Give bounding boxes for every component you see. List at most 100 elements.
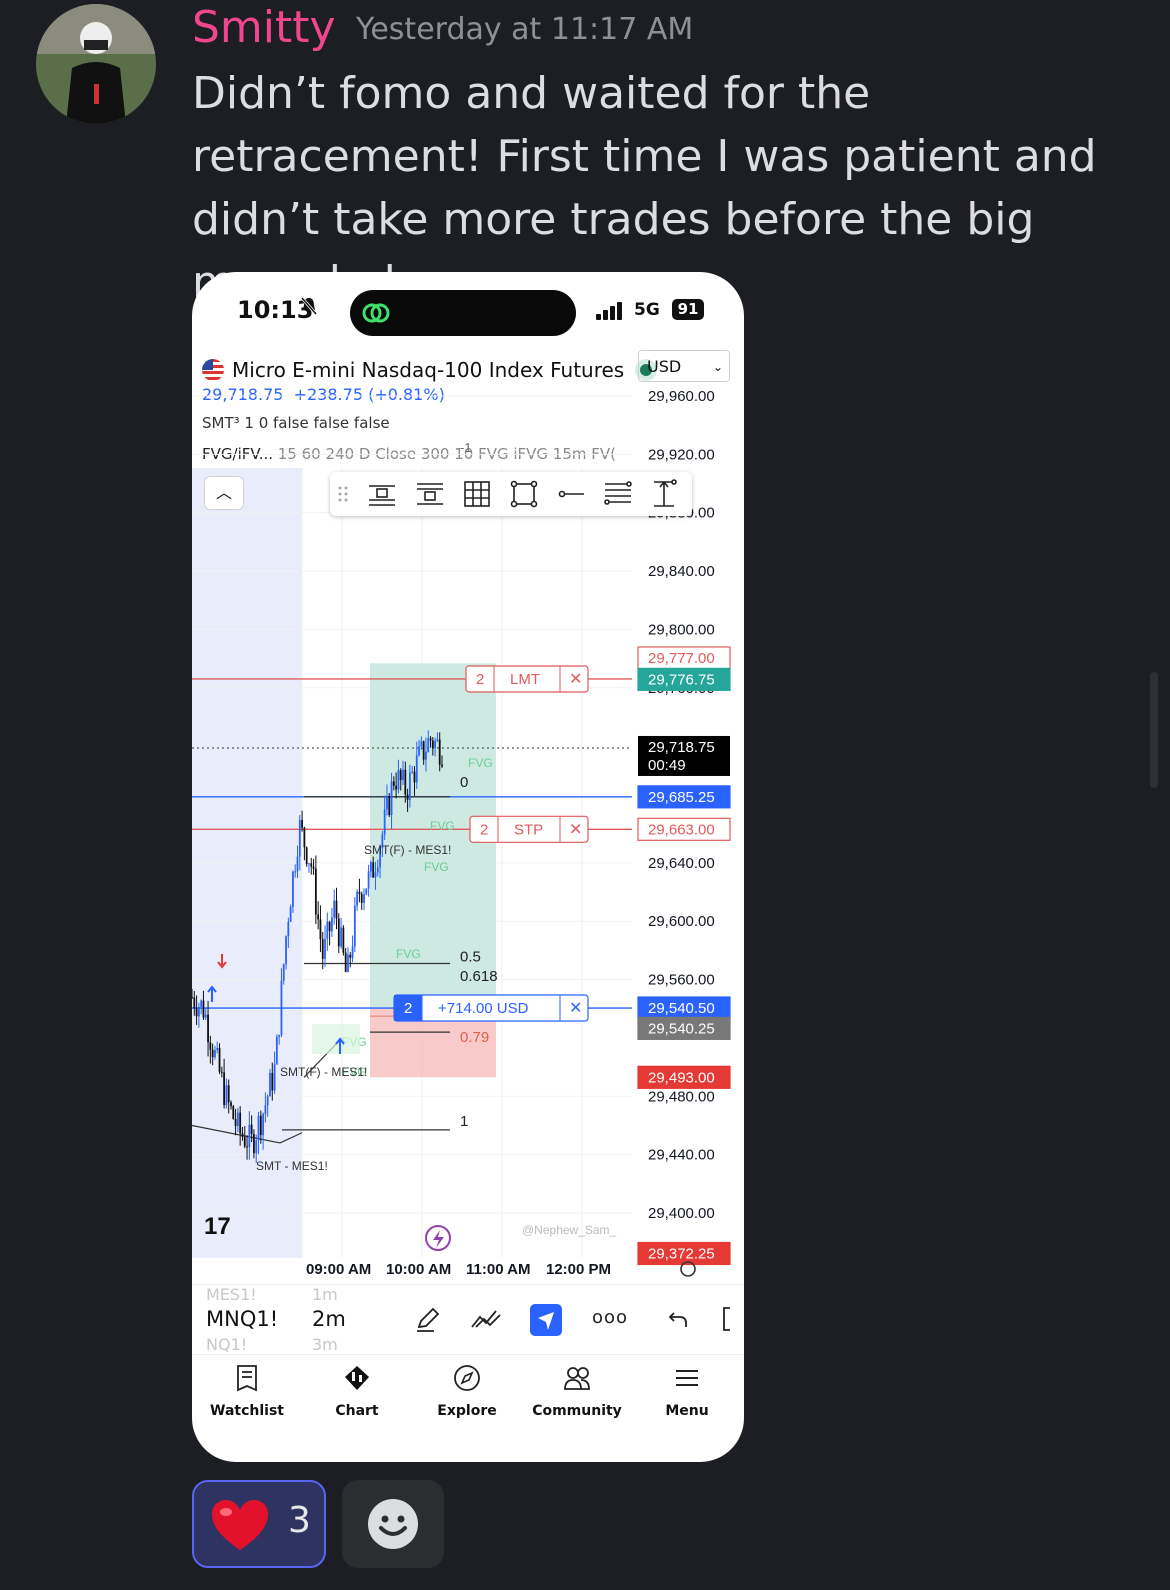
candle-body xyxy=(287,921,290,937)
symbol-toolbar: MES1! MNQ1! NQ1! 1m 2m 3m ooo xyxy=(192,1284,744,1355)
candle-body xyxy=(232,1106,235,1119)
fib-retracement-icon[interactable] xyxy=(602,478,634,510)
candle-body xyxy=(253,1134,255,1154)
add-emoji-icon xyxy=(368,1499,418,1549)
tradingview-logo: 17 xyxy=(204,1213,231,1240)
candle-body xyxy=(390,781,393,815)
candle-body xyxy=(248,1124,251,1148)
pencil-icon[interactable] xyxy=(414,1305,442,1333)
fvg-label: FVG xyxy=(468,756,493,770)
candle-body xyxy=(301,820,303,828)
menu-icon xyxy=(676,1370,698,1386)
price-range-icon[interactable] xyxy=(648,478,680,510)
fib-label: 0 xyxy=(460,774,468,791)
candle-body xyxy=(303,827,306,848)
candle-body xyxy=(386,796,388,810)
candle-body xyxy=(319,919,322,940)
stop-price-badge: 29,663.00 xyxy=(648,821,715,838)
rectangle-icon[interactable] xyxy=(508,478,540,510)
candle-body xyxy=(415,755,418,783)
candle-body xyxy=(218,1048,221,1072)
short-position-icon[interactable] xyxy=(414,478,446,510)
candle-body xyxy=(269,1072,271,1097)
trade-button[interactable] xyxy=(530,1304,562,1336)
nav-watchlist-label: Watchlist xyxy=(210,1403,284,1419)
community-icon xyxy=(564,1367,590,1390)
drawing-toolbar[interactable] xyxy=(330,472,692,516)
position-tag-label: +714.00 USD xyxy=(438,1000,529,1017)
stop-order-tag-label: STP xyxy=(514,821,543,838)
candle-body xyxy=(220,1071,223,1073)
candle-body xyxy=(367,871,370,889)
nav-explore-label: Explore xyxy=(437,1403,497,1419)
fvg-label: FVG xyxy=(430,819,455,833)
add-reaction-button[interactable] xyxy=(342,1480,444,1568)
stop-order-tag-qty: 2 xyxy=(480,821,488,838)
timeframe-picker[interactable]: 2m xyxy=(312,1307,346,1331)
symbol-prev[interactable]: MES1! xyxy=(206,1285,257,1304)
nav-chart-label: Chart xyxy=(335,1403,379,1419)
countdown-badge: 00:49 xyxy=(648,757,686,774)
superscript-label: -1 xyxy=(460,440,472,455)
limit-order-tag-qty: 2 xyxy=(476,671,484,688)
undo-icon[interactable] xyxy=(666,1307,690,1331)
limit-order-tag-label: LMT xyxy=(510,671,540,688)
more-icon[interactable]: ooo xyxy=(592,1307,628,1328)
candle-body xyxy=(239,1112,242,1134)
candle-body xyxy=(335,900,338,919)
message-timestamp: Yesterday at 11:17 AM xyxy=(356,12,694,47)
ask-price-badge: 29,776.75 xyxy=(648,671,715,688)
candle-body xyxy=(420,741,423,747)
watermark: @Nephew_Sam_ xyxy=(522,1223,617,1237)
candle-body xyxy=(429,738,432,741)
long-position-icon[interactable] xyxy=(366,478,398,510)
candle-body xyxy=(202,1000,205,1018)
candle-body xyxy=(349,954,352,958)
candle-body xyxy=(333,900,336,918)
symbol-picker[interactable]: MNQ1! xyxy=(206,1307,278,1331)
candle-body xyxy=(193,997,196,1009)
candle-body xyxy=(227,1085,230,1103)
heart-reaction[interactable]: 3 xyxy=(192,1480,326,1568)
timeframe-next[interactable]: 3m xyxy=(312,1335,338,1354)
collapse-indicators-button[interactable]: ︿ xyxy=(204,476,244,510)
candle-body xyxy=(376,867,379,873)
smt-label: SMT(F) - MES1! xyxy=(364,843,451,857)
avatar[interactable] xyxy=(36,4,156,124)
fib-label: 0.79 xyxy=(460,1029,489,1046)
candle-body xyxy=(326,921,329,939)
candle-body xyxy=(246,1146,248,1148)
candle-body xyxy=(427,738,430,752)
horizontal-ray-icon[interactable] xyxy=(556,478,588,510)
username[interactable]: Smitty xyxy=(192,2,336,53)
close-icon: ✕ xyxy=(569,671,582,688)
timeframe-prev[interactable]: 1m xyxy=(312,1285,338,1304)
price-tick: 29,560.00 xyxy=(648,972,715,989)
price-chart[interactable]: 00.50.6180.791FVGFVGFVGFVGFVGFVGSMT(F) -… xyxy=(192,272,744,1284)
candle-body xyxy=(197,1006,200,1017)
time-tick: 12:00 PM xyxy=(546,1261,611,1278)
candle-body xyxy=(243,1136,246,1147)
candle-body xyxy=(223,1072,226,1106)
image-attachment[interactable]: 10:13 5G 91 Micro E-mini Nasdaq-100 Inde… xyxy=(192,272,744,1462)
candle-body xyxy=(374,872,377,878)
time-tick: 10:00 AM xyxy=(386,1261,451,1278)
bid-price-badge: 29,540.25 xyxy=(648,1020,715,1037)
candle-body xyxy=(259,1115,262,1136)
fullscreen-icon[interactable] xyxy=(720,1305,744,1333)
indicators-icon[interactable] xyxy=(470,1307,502,1331)
symbol-next[interactable]: NQ1! xyxy=(206,1335,247,1354)
scrollbar[interactable] xyxy=(1150,672,1158,788)
fib-label: 0.5 xyxy=(460,949,481,966)
candle-body xyxy=(395,785,398,790)
price-tick: 29,800.00 xyxy=(648,621,715,638)
candle-body xyxy=(438,739,441,765)
candle-body xyxy=(264,1105,267,1114)
candle-body xyxy=(294,871,297,873)
grid-icon[interactable] xyxy=(461,478,493,510)
candle-body xyxy=(431,740,434,748)
bottom-price-badge: 29,372.25 xyxy=(648,1245,715,1262)
candle-body xyxy=(192,997,193,999)
drag-handle-icon[interactable] xyxy=(336,478,350,510)
nav-community-label: Community xyxy=(532,1403,622,1419)
